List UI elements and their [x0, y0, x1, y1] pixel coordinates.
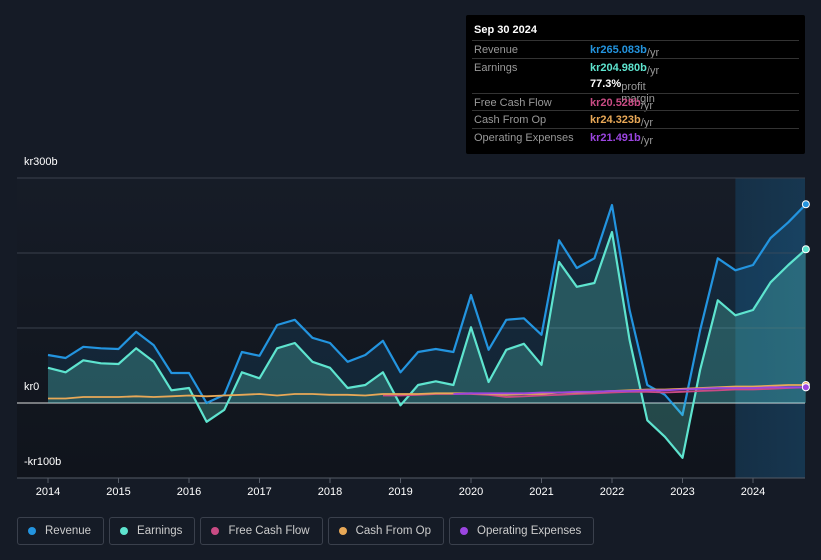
legend-label: Free Cash Flow: [228, 525, 310, 537]
x-tick-label: 2017: [247, 486, 271, 498]
tooltip-value: kr21.491b /yr: [590, 131, 653, 147]
tooltip-value: kr20.528b /yr: [590, 96, 653, 112]
tooltip-value: 77.3% profit margin: [590, 78, 655, 105]
x-tick-label: 2020: [459, 486, 483, 498]
x-tick-label: 2019: [388, 486, 412, 498]
legend-dot-icon: [211, 527, 220, 535]
tooltip-row: Revenue kr265.083b /yr: [472, 40, 799, 59]
tooltip-value: kr24.323b /yr: [590, 114, 653, 129]
legend-label: Operating Expenses: [477, 525, 582, 537]
legend-dot-icon: [28, 527, 36, 535]
legend-item[interactable]: Operating Expenses: [449, 517, 595, 545]
x-tick-label: 2021: [529, 486, 553, 498]
tooltip-label: Revenue: [474, 44, 519, 56]
end-point: [801, 245, 810, 254]
tooltip-value: kr265.083b /yr: [590, 44, 660, 59]
legend-label: Revenue: [45, 525, 92, 537]
tooltip-row: Operating Expenses kr21.491b /yr: [472, 127, 799, 147]
legend-item[interactable]: Revenue: [17, 517, 105, 545]
tooltip-label: Cash From Op: [474, 114, 547, 126]
tooltip: Sep 30 2024 Revenue kr265.083b /yr Earning…: [466, 15, 805, 154]
end-point: [801, 383, 810, 392]
x-tick-label: 2016: [177, 486, 201, 498]
legend-item[interactable]: Free Cash Flow: [200, 517, 323, 545]
tooltip-row: Cash From Op kr24.323b /yr: [472, 110, 799, 129]
legend-dot-icon: [338, 527, 347, 535]
x-tick-label: 2018: [318, 486, 342, 498]
tooltip-row: Free Cash Flow kr20.528b /yr: [472, 92, 799, 112]
x-tick-label: 2015: [106, 486, 130, 498]
end-point: [801, 200, 810, 209]
legend-label: Cash From Op: [355, 525, 432, 537]
legend-item[interactable]: Cash From Op: [327, 517, 445, 545]
x-tick-label: 2023: [670, 486, 694, 498]
tooltip-value: kr204.980b /yr: [590, 61, 660, 77]
tooltip-row: Earnings kr204.980b /yr: [472, 57, 799, 77]
legend: Revenue Earnings Free Cash Flow Cash From O…: [17, 517, 595, 545]
y-tick-label: kr300b: [24, 156, 58, 168]
tooltip-label: Earnings: [474, 61, 518, 74]
y-tick-label: -kr100b: [24, 456, 62, 468]
tooltip-row: 77.3% profit margin: [472, 75, 799, 105]
x-tick-label: 2014: [36, 486, 60, 498]
tooltip-label: Free Cash Flow: [474, 96, 552, 109]
legend-item[interactable]: Earnings: [109, 517, 196, 545]
legend-dot-icon: [460, 527, 469, 535]
legend-dot-icon: [120, 527, 129, 535]
x-tick-label: 2022: [600, 486, 624, 498]
tooltip-label: Operating Expenses: [474, 131, 574, 144]
legend-label: Earnings: [137, 525, 183, 537]
y-tick-label: kr0: [24, 381, 40, 393]
tooltip-date: Sep 30 2024: [474, 24, 537, 36]
x-tick-label: 2024: [741, 486, 765, 498]
